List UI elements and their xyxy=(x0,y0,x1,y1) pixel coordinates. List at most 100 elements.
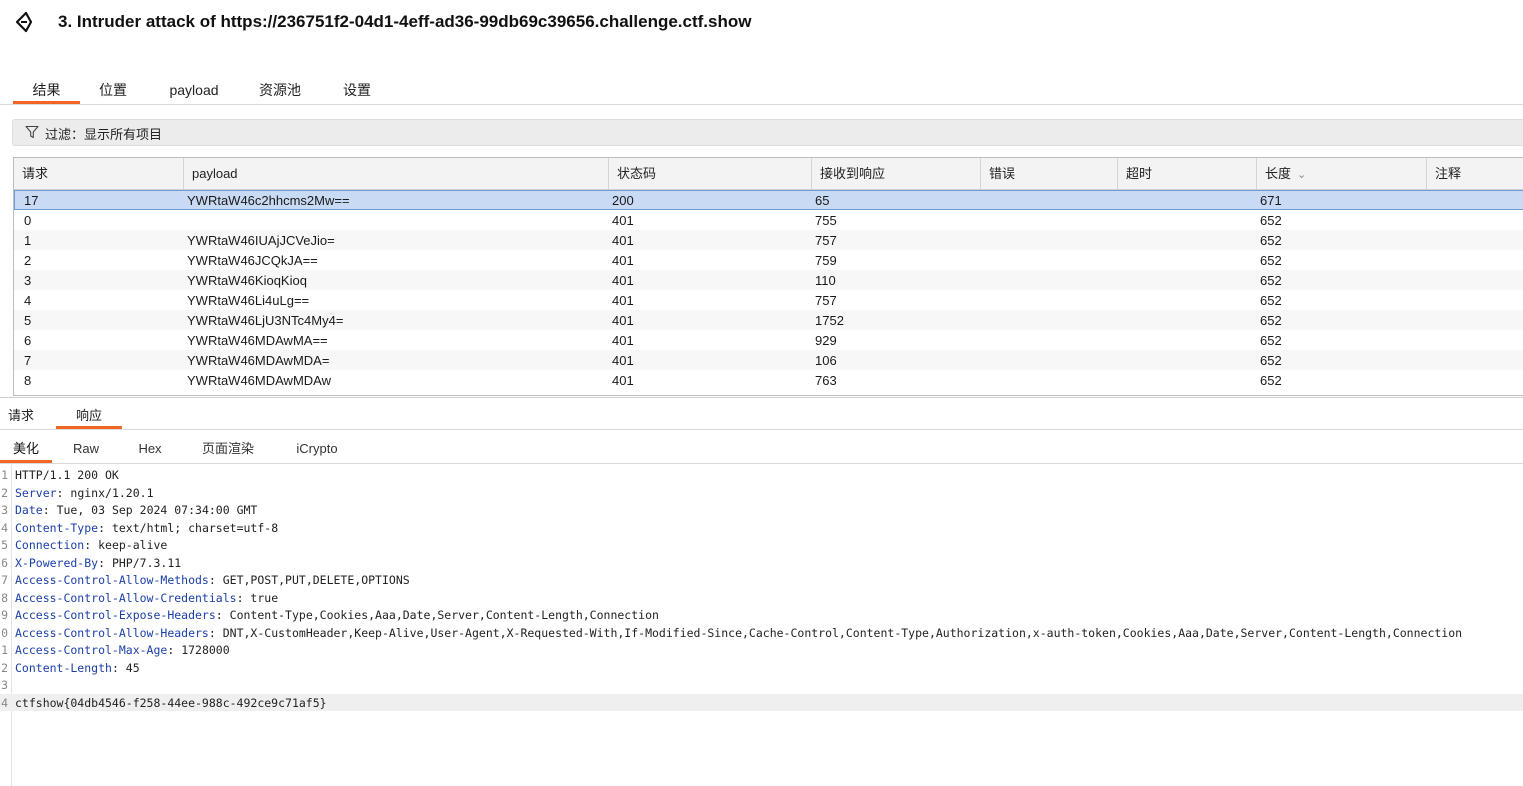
header-name: Access-Control-Allow-Credentials xyxy=(15,590,237,605)
header-value: 1728000 xyxy=(181,643,230,657)
cell-status-code: 401 xyxy=(612,313,634,328)
filter-bar[interactable]: 过滤：显示所有项目 xyxy=(12,119,1523,146)
line-content: HTTP/1.1 200 OK xyxy=(15,466,119,484)
cell-response-received: 757 xyxy=(815,293,837,308)
cell-comment xyxy=(1420,350,1430,370)
line-content: Access-Control-Expose-Headers: Content-T… xyxy=(15,606,659,624)
header-separator: : xyxy=(84,538,99,552)
column-length[interactable]: 长度 ⌄ xyxy=(1256,158,1426,189)
tab-response[interactable]: 响应 xyxy=(56,404,122,429)
header-value: HTTP/1.1 200 OK xyxy=(15,468,119,482)
table-row[interactable]: 1 YWRtaW46IUAjJCVeJio= 401 757 652 xyxy=(14,230,1523,250)
response-line: 0 Access-Control-Allow-Headers: DNT,X-Cus… xyxy=(0,624,1523,642)
header-value: ctfshow{04db4546-f258-44ee-988c-492ce9c7… xyxy=(15,695,327,710)
tab-hex[interactable]: Hex xyxy=(127,437,173,460)
cell-timeout xyxy=(1111,350,1121,370)
results-table: 请求 payload 状态码 接收到响应 错误 超时 长度 ⌄ 注释 17 YWRt… xyxy=(13,157,1523,396)
cell-comment xyxy=(1420,210,1430,230)
header-name: Content-Length xyxy=(15,660,112,675)
main-tabs: 结果 位置 payload 资源池 设置 xyxy=(0,78,1523,105)
cell-timeout xyxy=(1111,330,1121,350)
column-request[interactable]: 请求 xyxy=(14,158,183,189)
cell-timeout xyxy=(1111,230,1121,250)
cell-comment xyxy=(1420,310,1430,330)
response-editor[interactable]: 1 HTTP/1.1 200 OK 2 Server: nginx/1.20.1 3 Da… xyxy=(0,464,1523,786)
column-payload[interactable]: payload xyxy=(183,158,608,189)
header-separator: : xyxy=(42,503,57,517)
cell-error xyxy=(974,370,984,390)
cell-comment xyxy=(1420,230,1430,250)
cell-status-code: 401 xyxy=(612,213,634,228)
cell-comment xyxy=(1420,330,1430,350)
response-line: 5 Connection: keep-alive xyxy=(0,536,1523,554)
column-status-code[interactable]: 状态码 xyxy=(608,158,811,189)
header-name: Access-Control-Max-Age xyxy=(15,643,168,657)
table-body: 17 YWRtaW46c2hhcms2Mw== 200 65 671 0 401 755 652… xyxy=(14,190,1523,390)
table-row[interactable]: 4 YWRtaW46Li4uLg== 401 757 652 xyxy=(14,290,1523,310)
cell-payload: YWRtaW46Li4uLg== xyxy=(187,293,310,308)
tab-results[interactable]: 结果 xyxy=(13,78,80,104)
line-content: Access-Control-Allow-Credentials: true xyxy=(15,589,278,607)
table-row[interactable]: 17 YWRtaW46c2hhcms2Mw== 200 65 671 xyxy=(14,190,1523,210)
cell-payload xyxy=(177,210,187,230)
header-value: Tue, 03 Sep 2024 07:34:00 GMT xyxy=(56,503,258,517)
table-row[interactable]: 6 YWRtaW46MDAwMA== 401 929 652 xyxy=(14,330,1523,350)
cell-timeout xyxy=(1111,290,1121,310)
column-response-received[interactable]: 接收到响应 xyxy=(811,158,980,189)
cell-response-received: 110 xyxy=(815,273,836,288)
column-error[interactable]: 错误 xyxy=(980,158,1117,189)
line-number: 6 xyxy=(1,555,8,570)
tab-settings[interactable]: 设置 xyxy=(330,78,384,102)
header-separator: : xyxy=(56,485,71,500)
response-line: 4 Content-Type: text/html; charset=utf-8 xyxy=(0,519,1523,537)
response-line: 7 Access-Control-Allow-Methods: GET,POST,… xyxy=(0,571,1523,589)
cell-error xyxy=(974,250,984,270)
cell-status-code: 401 xyxy=(612,273,634,288)
header-separator: : xyxy=(236,590,251,605)
header-value: 45 xyxy=(125,660,140,675)
tab-request[interactable]: 请求 xyxy=(0,404,42,426)
header-name: Access-Control-Allow-Methods xyxy=(15,573,209,587)
table-row[interactable]: 0 401 755 652 xyxy=(14,210,1523,230)
table-header: 请求 payload 状态码 接收到响应 错误 超时 长度 ⌄ 注释 xyxy=(14,158,1523,190)
cell-payload: YWRtaW46JCQkJA== xyxy=(187,253,318,268)
line-content: Connection: keep-alive xyxy=(15,536,167,554)
response-line: 9 Access-Control-Expose-Headers: Content-… xyxy=(0,606,1523,624)
tab-render[interactable]: 页面渲染 xyxy=(192,437,264,460)
table-row[interactable]: 7 YWRtaW46MDAwMDA= 401 106 652 xyxy=(14,350,1523,370)
cell-payload: YWRtaW46KioqKioq xyxy=(187,273,307,288)
response-line: 6 X-Powered-By: PHP/7.3.11 xyxy=(0,554,1523,572)
cell-length: 652 xyxy=(1260,253,1282,268)
line-content: Content-Type: text/html; charset=utf-8 xyxy=(15,519,278,537)
tab-icrypto[interactable]: iCrypto xyxy=(284,437,350,460)
cell-response-received: 759 xyxy=(815,253,837,268)
burp-intruder-icon xyxy=(15,11,33,33)
tab-resource-pool[interactable]: 资源池 xyxy=(250,78,310,102)
tab-payloads[interactable]: payload xyxy=(158,78,230,102)
tab-raw[interactable]: Raw xyxy=(62,437,110,460)
cell-length: 652 xyxy=(1260,293,1282,308)
cell-payload: YWRtaW46c2hhcms2Mw== xyxy=(187,193,350,208)
pane-divider[interactable] xyxy=(0,397,1523,398)
table-row[interactable]: 3 YWRtaW46KioqKioq 401 110 652 xyxy=(14,270,1523,290)
column-timeout[interactable]: 超时 xyxy=(1117,158,1256,189)
tab-positions[interactable]: 位置 xyxy=(86,78,140,102)
cell-response-received: 929 xyxy=(815,333,837,348)
cell-length: 652 xyxy=(1260,333,1282,348)
cell-response-received: 65 xyxy=(815,193,830,208)
table-row[interactable]: 8 YWRtaW46MDAwMDAw 401 763 652 xyxy=(14,370,1523,390)
header-name: Date xyxy=(15,503,43,517)
line-number: 8 xyxy=(1,590,8,605)
line-content: Server: nginx/1.20.1 xyxy=(15,484,154,502)
cell-request: 5 xyxy=(24,313,32,328)
line-content: X-Powered-By: PHP/7.3.11 xyxy=(15,554,181,572)
table-row[interactable]: 2 YWRtaW46JCQkJA== 401 759 652 xyxy=(14,250,1523,270)
cell-comment xyxy=(1420,270,1430,290)
table-row[interactable]: 5 YWRtaW46LjU3NTc4My4= 401 1752 652 xyxy=(14,310,1523,330)
header-name: Server xyxy=(15,485,57,500)
column-comment[interactable]: 注释 xyxy=(1426,158,1523,189)
line-number: 4 xyxy=(1,695,8,710)
sort-descending-icon: ⌄ xyxy=(1297,169,1307,181)
header-name: Connection xyxy=(15,538,85,552)
tab-pretty[interactable]: 美化 xyxy=(0,437,52,463)
